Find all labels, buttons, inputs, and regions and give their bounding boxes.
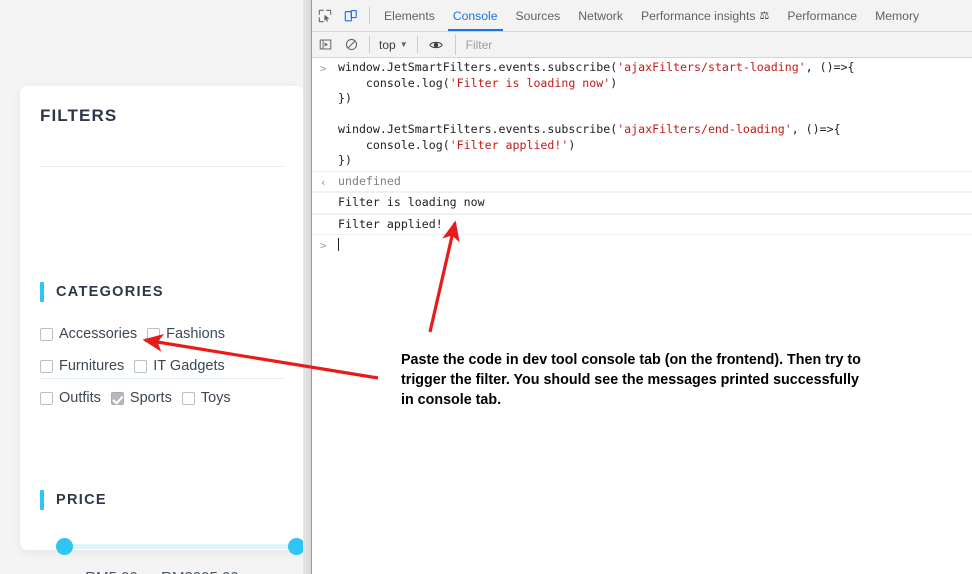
console-toolbar: top ▼ — [312, 32, 972, 58]
console-code-line: console.log('Filter applied!') — [338, 138, 972, 154]
console-code-line: window.JetSmartFilters.events.subscribe(… — [338, 60, 972, 76]
console-input-chevron-icon: > — [320, 62, 327, 75]
categories-section-header: CATEGORIES — [40, 282, 164, 302]
console-sidebar-toggle-icon[interactable] — [312, 32, 338, 58]
category-label: Fashions — [166, 326, 226, 342]
console-message-row: Filter applied! — [312, 213, 972, 235]
category-item-sports[interactable]: Sports — [110, 390, 172, 406]
execution-context-select[interactable]: top ▼ — [375, 38, 412, 52]
category-item-it-gadgets[interactable]: IT Gadgets — [134, 358, 225, 374]
checkbox-accessories[interactable] — [40, 327, 53, 341]
checkbox-furnitures[interactable] — [40, 359, 53, 373]
console-code-line — [338, 107, 972, 123]
category-item-accessories[interactable]: Accessories — [40, 326, 137, 342]
code-string-literal: 'ajaxFilters/end-loading' — [617, 122, 792, 136]
code-token: console.log( — [338, 75, 450, 90]
code-string-literal: 'ajaxFilters/start-loading' — [617, 60, 806, 74]
live-expression-eye-icon[interactable] — [423, 32, 449, 58]
accent-bar-icon — [40, 282, 44, 302]
category-item-outfits[interactable]: Outfits — [40, 390, 101, 406]
console-message-text: Filter applied! — [338, 216, 443, 231]
checkbox-it-gadgets[interactable] — [134, 359, 148, 373]
checkbox-outfits[interactable] — [40, 391, 53, 405]
divider-top — [40, 166, 284, 167]
price-slider-track — [62, 544, 299, 549]
divider-middle — [40, 378, 284, 379]
toolbar-separator — [369, 7, 370, 24]
clear-console-icon[interactable] — [338, 32, 364, 58]
device-toolbar-icon[interactable] — [338, 3, 364, 29]
tab-performance[interactable]: Performance — [778, 0, 866, 31]
chevron-down-icon: ▼ — [399, 40, 408, 49]
category-label: Sports — [129, 390, 172, 406]
screenshot-root: FILTERS CATEGORIES Accessories Fashions … — [0, 0, 972, 574]
accent-bar-icon — [40, 490, 44, 510]
code-token: }) — [338, 91, 352, 105]
experiment-flask-icon: ⚖ — [759, 10, 770, 22]
console-code-line: console.log('Filter is loading now') — [338, 76, 972, 92]
tab-network[interactable]: Network — [569, 0, 632, 31]
console-result-row: ‹ undefined — [312, 170, 972, 192]
category-item-fashions[interactable]: Fashions — [147, 326, 225, 342]
category-item-furnitures[interactable]: Furnitures — [40, 358, 124, 374]
tab-elements[interactable]: Elements — [375, 0, 444, 31]
toolbar-separator — [416, 36, 418, 53]
console-code-line: }) — [338, 153, 972, 169]
inspect-element-icon[interactable] — [312, 3, 338, 29]
code-token: window.JetSmartFilters.events.subscribe( — [338, 60, 618, 74]
checkbox-sports[interactable] — [110, 391, 124, 405]
price-section-header: PRICE — [40, 490, 107, 510]
console-result-value: undefined — [338, 173, 401, 188]
console-text-caret — [338, 238, 339, 251]
page-scrollbar[interactable] — [303, 0, 311, 574]
console-input-entry[interactable]: > window.JetSmartFilters.events.subscrib… — [312, 58, 972, 171]
toolbar-separator — [369, 36, 370, 53]
console-code-line: window.JetSmartFilters.events.subscribe(… — [338, 122, 972, 138]
price-range-slider[interactable] — [56, 538, 305, 556]
console-result-arrow-icon: ‹ — [320, 175, 327, 189]
console-prompt-chevron-icon: > — [320, 239, 327, 252]
console-message-text: Filter is loading now — [338, 195, 485, 209]
filters-heading: FILTERS — [40, 106, 118, 125]
checkbox-fashions[interactable] — [147, 327, 161, 341]
tab-performance-insights[interactable]: Performance insights ⚖ — [632, 0, 778, 31]
code-token: window.JetSmartFilters.events.subscribe( — [338, 122, 618, 136]
code-string-literal: 'Filter applied!' — [449, 137, 569, 152]
code-token: , ()=>{ — [805, 60, 855, 74]
code-token: ) — [610, 75, 618, 90]
category-label: Toys — [200, 390, 231, 406]
code-token: , ()=>{ — [791, 122, 841, 136]
console-code-line: }) — [338, 91, 972, 107]
console-filter-input[interactable] — [454, 34, 966, 55]
category-label: Accessories — [59, 326, 138, 342]
devtools-tabbar: Elements Console Sources Network Perform… — [312, 0, 972, 32]
storefront-panel: FILTERS CATEGORIES Accessories Fashions … — [0, 0, 311, 574]
tab-memory[interactable]: Memory — [866, 0, 928, 31]
categories-checkbox-list: Accessories Fashions Furnitures IT Gadge… — [40, 326, 288, 406]
price-title: PRICE — [56, 492, 107, 508]
annotation-text: Paste the code in dev tool console tab (… — [401, 352, 861, 408]
console-output-area[interactable]: > window.JetSmartFilters.events.subscrib… — [312, 58, 972, 574]
tab-console[interactable]: Console — [444, 0, 507, 31]
filters-card: FILTERS CATEGORIES Accessories Fashions … — [20, 86, 305, 574]
category-label: Outfits — [59, 390, 101, 406]
category-label: Furnitures — [59, 358, 125, 374]
tab-sources[interactable]: Sources — [507, 0, 570, 31]
category-item-toys[interactable]: Toys — [181, 390, 231, 406]
code-token: console.log( — [338, 137, 450, 152]
category-label: IT Gadgets — [153, 358, 225, 374]
console-input-code: window.JetSmartFilters.events.subscribe(… — [338, 60, 972, 169]
devtools-panel: Elements Console Sources Network Perform… — [311, 0, 972, 574]
price-range-value: RM5.00 — RM3905.00 — [20, 569, 304, 574]
console-prompt-row[interactable]: > — [312, 235, 972, 256]
price-slider-handle-min[interactable] — [56, 538, 73, 555]
code-token: }) — [338, 153, 352, 167]
console-message-row: Filter is loading now — [312, 192, 972, 214]
code-string-literal: 'Filter is loading now' — [449, 75, 611, 90]
code-token: ) — [568, 137, 576, 152]
checkbox-toys[interactable] — [181, 391, 195, 405]
categories-title: CATEGORIES — [56, 284, 164, 300]
